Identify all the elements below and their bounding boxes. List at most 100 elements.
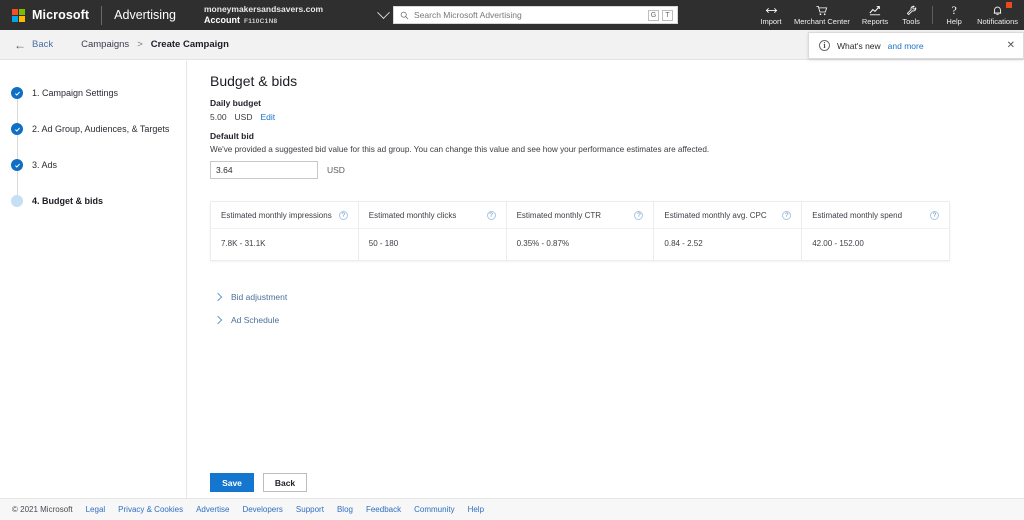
back-link[interactable]: Back (32, 39, 53, 50)
chevron-right-icon (213, 292, 223, 301)
import-arrow-icon (765, 5, 778, 16)
header-tool-label: Tools (902, 16, 920, 26)
estimate-header-label: Estimated monthly avg. CPC (664, 211, 767, 220)
microsoft-logo-block[interactable]: Microsoft (0, 8, 89, 22)
estimate-header: Estimated monthly clicks ? (358, 202, 506, 229)
header-tool-help[interactable]: ? Help (937, 0, 971, 30)
header-tool-notifications[interactable]: Notifications (971, 0, 1024, 30)
question-circle-icon[interactable]: ? (929, 211, 939, 220)
sidebar-step-ads[interactable]: 3. Ads (0, 147, 186, 183)
estimate-header-label: Estimated monthly spend (812, 211, 903, 220)
breadcrumb-separator: > (137, 39, 143, 50)
collapsible-ad-schedule[interactable]: Ad Schedule (210, 308, 1024, 331)
chart-line-icon (869, 5, 881, 16)
collapsible-label: Ad Schedule (231, 314, 280, 325)
estimate-value: 50 - 180 (368, 239, 399, 248)
shortcut-key-g: G (648, 9, 659, 21)
page-footer: © 2021 Microsoft Legal Privacy & Cookies… (0, 498, 1024, 520)
estimate-value: 0.84 - 2.52 (664, 239, 703, 248)
footer-link-privacy-cookies[interactable]: Privacy & Cookies (118, 505, 183, 514)
shopping-cart-icon (816, 5, 828, 16)
whats-new-link[interactable]: and more (888, 41, 924, 51)
footer-link-support[interactable]: Support (296, 505, 324, 514)
back-button[interactable]: Back (263, 473, 307, 492)
estimate-header-label: Estimated monthly CTR (516, 211, 602, 220)
collapsible-bid-adjustment[interactable]: Bid adjustment (210, 285, 1024, 308)
estimate-card-clicks: Estimated monthly clicks ? 50 - 180 (358, 202, 507, 260)
daily-budget-edit-link[interactable]: Edit (261, 112, 276, 122)
footer-link-feedback[interactable]: Feedback (366, 505, 401, 514)
question-circle-icon[interactable]: ? (782, 211, 792, 220)
question-circle-icon[interactable]: ? (634, 211, 644, 220)
sidebar-step-label: 1. Campaign Settings (32, 88, 119, 98)
search-icon (400, 11, 409, 19)
info-circle-icon: i (819, 40, 830, 51)
estimate-value: 0.35% - 0.87% (516, 239, 570, 248)
header-tools: Import Merchant Center Reports Tools ? H… (754, 0, 1024, 30)
microsoft-logo-icon (12, 8, 25, 22)
search-input[interactable] (414, 10, 645, 20)
estimate-header-label: Estimated monthly impressions (221, 211, 332, 220)
header-tool-label: Merchant Center (794, 16, 850, 26)
main-content: Budget & bids Daily budget 5.00 USD Edit… (188, 61, 1024, 498)
sidebar-step-campaign-settings[interactable]: 1. Campaign Settings (0, 75, 186, 111)
sidebar-step-budget-bids[interactable]: 4. Budget & bids (0, 183, 186, 219)
wrench-icon (906, 5, 917, 16)
footer-link-blog[interactable]: Blog (337, 505, 353, 514)
daily-budget-row: 5.00 USD Edit (210, 112, 1024, 122)
estimate-header: Estimated monthly spend ? (802, 202, 949, 229)
arrow-left-icon[interactable]: ← (14, 39, 26, 51)
header-divider (101, 5, 103, 25)
brand-name: Microsoft (32, 8, 90, 22)
footer-link-developers[interactable]: Developers (242, 505, 282, 514)
save-button[interactable]: Save (210, 473, 254, 492)
check-circle-icon (11, 123, 23, 135)
daily-budget-currency: USD (234, 112, 253, 122)
question-mark-icon: ? (951, 2, 957, 17)
account-domain: moneymakersandsavers.com (204, 3, 324, 14)
account-label: Account (204, 14, 240, 25)
header-tool-label: Import (760, 16, 782, 26)
question-circle-icon[interactable]: ? (486, 211, 496, 220)
header-tool-merchant-center[interactable]: Merchant Center (788, 0, 856, 30)
tools-separator (932, 6, 934, 24)
sidebar-step-label: 2. Ad Group, Audiences, & Targets (32, 124, 170, 134)
close-icon[interactable]: ✕ (1007, 40, 1015, 51)
footer-link-advertise[interactable]: Advertise (196, 505, 229, 514)
default-bid-row: USD (210, 161, 1024, 179)
daily-budget-amount: 5.00 (210, 112, 227, 122)
account-switcher[interactable]: moneymakersandsavers.com Account F110C1N… (204, 0, 390, 30)
default-bid-helper-text: We've provided a suggested bid value for… (210, 145, 710, 154)
default-bid-input[interactable] (210, 161, 318, 179)
product-name: Advertising (114, 8, 176, 22)
estimates-table: Estimated monthly impressions ? 7.8K - 3… (210, 201, 950, 261)
estimate-card-ctr: Estimated monthly CTR ? 0.35% - 0.87% (506, 202, 655, 260)
header-tool-label: Help (946, 16, 962, 26)
breadcrumb-current: Create Campaign (150, 39, 229, 50)
sidebar-step-label: 4. Budget & bids (32, 196, 104, 206)
footer-link-legal[interactable]: Legal (86, 505, 106, 514)
question-circle-icon[interactable]: ? (338, 211, 348, 220)
whats-new-text: What's new (837, 40, 881, 51)
notification-badge (1006, 2, 1012, 8)
estimate-header: Estimated monthly impressions ? (211, 202, 358, 229)
copyright-text: © 2021 Microsoft (12, 505, 73, 514)
header-tool-reports[interactable]: Reports (856, 0, 894, 30)
page-title: Budget & bids (210, 73, 298, 89)
footer-link-community[interactable]: Community (414, 505, 454, 514)
sidebar-step-label: 3. Ads (32, 160, 58, 170)
global-search[interactable]: G T (393, 6, 678, 24)
header-tool-import[interactable]: Import (754, 0, 788, 30)
sidebar-step-ad-group[interactable]: 2. Ad Group, Audiences, & Targets (0, 111, 186, 147)
circle-icon (11, 195, 23, 207)
breadcrumb-campaigns[interactable]: Campaigns (81, 39, 129, 50)
header-tool-tools[interactable]: Tools (894, 0, 928, 30)
footer-link-help[interactable]: Help (468, 505, 484, 514)
collapsible-label: Bid adjustment (231, 291, 288, 302)
whats-new-banner[interactable]: i What's new and more ✕ (808, 32, 1024, 59)
bell-icon (992, 5, 1003, 16)
estimate-card-spend: Estimated monthly spend ? 42.00 - 152.00 (802, 202, 949, 260)
estimate-value: 42.00 - 152.00 (812, 239, 864, 248)
check-circle-icon (11, 87, 23, 99)
app-header: Microsoft Advertising moneymakersandsave… (0, 0, 1024, 30)
